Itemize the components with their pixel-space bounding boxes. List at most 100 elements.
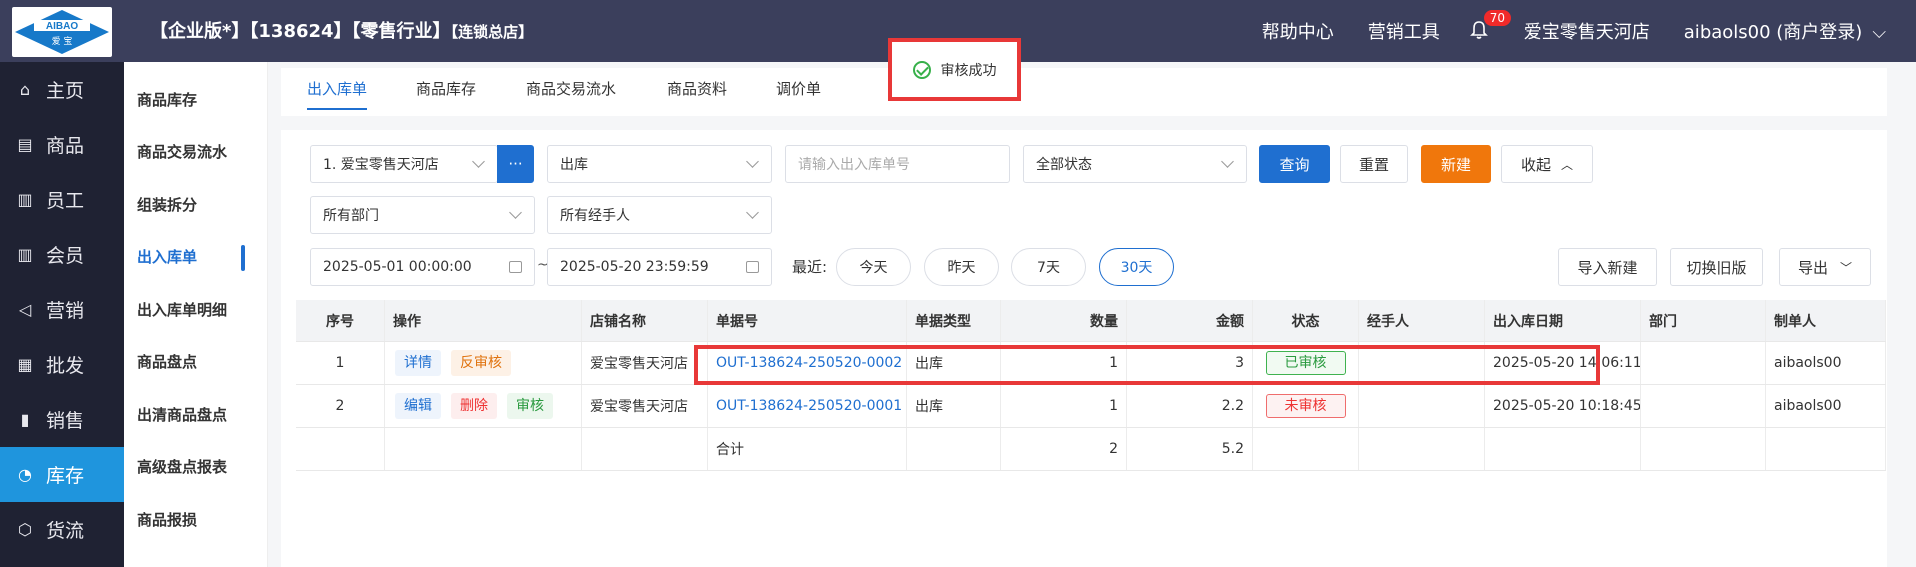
notification-bell[interactable]: 70 [1469, 10, 1512, 42]
recent-30days-button[interactable]: 30天 [1099, 248, 1174, 286]
col-header: 部门 [1641, 300, 1766, 341]
calendar-icon [509, 261, 522, 273]
tab-stock[interactable]: 商品库存 [416, 68, 476, 116]
recent-7days-button[interactable]: 7天 [1011, 248, 1086, 286]
subnav-item-transactions[interactable]: 商品交易流水 [124, 126, 267, 179]
col-header: 单据类型 [907, 300, 1001, 341]
goods-icon: ▤ [17, 135, 33, 154]
col-header: 金额 [1127, 300, 1253, 341]
import-create-button[interactable]: 导入新建 [1558, 248, 1657, 286]
nav-label: 主页 [46, 80, 85, 102]
nav-member[interactable]: ▥ 会员 [0, 227, 124, 282]
reset-button[interactable]: 重置 [1340, 145, 1408, 183]
recent-label: 最近: [792, 258, 828, 276]
check-circle-icon [912, 60, 931, 79]
cell-order-link[interactable]: OUT-138624-250520-0002 [708, 342, 907, 384]
detail-button[interactable]: 详情 [395, 350, 441, 376]
aibao-logo[interactable]: AIBAO 爱 宝 [12, 7, 112, 57]
col-header: 状态 [1253, 300, 1359, 341]
query-button[interactable]: 查询 [1259, 145, 1330, 183]
export-label: 导出 [1797, 258, 1828, 277]
approve-button[interactable]: 审核 [507, 393, 553, 419]
tab-product-info[interactable]: 商品资料 [667, 68, 727, 116]
marketing-tools-link[interactable]: 营销工具 [1368, 18, 1440, 44]
store-more-button[interactable]: ··· [497, 145, 534, 183]
subnav-item-advanced-report[interactable]: 高级盘点报表 [124, 441, 267, 494]
date-end-input[interactable]: 2025-05-20 23:59:59 [547, 248, 772, 286]
user-name: aibaols00 (商户登录) [1683, 22, 1863, 43]
subnav-item-stocktake[interactable]: 商品盘点 [124, 336, 267, 389]
chevron-down-icon [472, 155, 485, 168]
cell-empty [582, 428, 708, 470]
table-header-row: 序号 操作 店铺名称 单据号 单据类型 数量 金额 状态 经手人 出入库日期 部… [296, 300, 1886, 342]
cell-empty [1253, 428, 1359, 470]
switch-old-version-button[interactable]: 切换旧版 [1670, 248, 1763, 286]
store-select-value: 1. 爱宝零售天河店 [323, 157, 439, 173]
nav-staff[interactable]: ▥ 员工 [0, 172, 124, 227]
department-select[interactable]: 所有部门 [310, 196, 535, 234]
create-button[interactable]: 新建 [1421, 145, 1491, 183]
status-badge: 未审核 [1265, 394, 1346, 418]
export-button[interactable]: 导出 ﹀ [1779, 248, 1871, 286]
toast-message: 审核成功 [940, 62, 997, 79]
delete-button[interactable]: 删除 [451, 393, 497, 419]
table-row: 2 编辑 删除 审核 爱宝零售天河店 OUT-138624-250520-000… [296, 385, 1886, 428]
cell-store: 爱宝零售天河店 [582, 342, 708, 384]
tab-transactions[interactable]: 商品交易流水 [526, 68, 616, 116]
staff-icon: ▥ [17, 190, 33, 209]
cell-type: 出库 [907, 385, 1001, 427]
nav-marketing[interactable]: ◁ 营销 [0, 282, 124, 337]
subnav-item-damage-report[interactable]: 商品报损 [124, 493, 267, 546]
unapprove-button[interactable]: 反审核 [451, 350, 511, 376]
direction-value: 出库 [560, 157, 588, 173]
status-select[interactable]: 全部状态 [1023, 145, 1247, 183]
nav-home[interactable]: ⌂ 主页 [0, 62, 124, 117]
subnav-item-assembly[interactable]: 组装拆分 [124, 178, 267, 231]
table-total-row: 合计 2 5.2 [296, 428, 1886, 471]
nav-sales[interactable]: ▮ 销售 [0, 392, 124, 447]
subnav-item-clearance-stocktake[interactable]: 出清商品盘点 [124, 388, 267, 441]
collapse-button[interactable]: 收起 ︿ [1501, 145, 1593, 183]
date-start-value: 2025-05-01 00:00:00 [323, 259, 472, 275]
tab-price-adjust[interactable]: 调价单 [776, 68, 821, 116]
logo-text-top: AIBAO [46, 21, 78, 32]
col-header: 出入库日期 [1485, 300, 1641, 341]
collapse-label: 收起 [1520, 155, 1551, 174]
date-start-input[interactable]: 2025-05-01 00:00:00 [310, 248, 535, 286]
cell-qty: 1 [1001, 342, 1127, 384]
table-row: 1 详情 反审核 爱宝零售天河店 OUT-138624-250520-0002 … [296, 342, 1886, 385]
store-select[interactable]: 1. 爱宝零售天河店 [310, 145, 498, 183]
cell-index: 2 [296, 385, 385, 427]
chevron-down-icon [746, 206, 759, 219]
recent-yesterday-button[interactable]: 昨天 [924, 248, 999, 286]
nav-label: 会员 [46, 245, 85, 267]
chevron-down-icon: ﹀ [1840, 260, 1853, 275]
handler-select[interactable]: 所有经手人 [547, 196, 772, 234]
help-center-link[interactable]: 帮助中心 [1262, 18, 1334, 44]
subnav-item-inout-orders[interactable]: 出入库单 [124, 231, 267, 284]
handler-value: 所有经手人 [560, 208, 630, 224]
nav-wholesale[interactable]: ▦ 批发 [0, 337, 124, 392]
cell-empty [296, 428, 385, 470]
subnav-item-stock[interactable]: 商品库存 [124, 73, 267, 126]
col-header: 序号 [296, 300, 385, 341]
order-number-input[interactable]: 请输入出入库单号 [785, 145, 1010, 183]
edit-button[interactable]: 编辑 [395, 393, 441, 419]
user-menu[interactable]: aibaols00 (商户登录) ⌵ [1684, 18, 1886, 44]
cell-order-link[interactable]: OUT-138624-250520-0001 [708, 385, 907, 427]
col-header: 数量 [1001, 300, 1127, 341]
nav-label: 员工 [46, 190, 85, 212]
nav-label: 批发 [46, 355, 85, 377]
subnav-item-inout-details[interactable]: 出入库单明细 [124, 283, 267, 336]
direction-select[interactable]: 出库 [547, 145, 772, 183]
nav-label: 销售 [46, 410, 85, 432]
calendar-icon [746, 261, 759, 273]
tab-inout-orders[interactable]: 出入库单 [307, 68, 368, 116]
nav-inventory[interactable]: ◔ 库存 [0, 447, 124, 502]
current-store[interactable]: 爱宝零售天河店 [1524, 18, 1650, 44]
nav-logistics[interactable]: ⬡ 货流 [0, 502, 124, 557]
nav-label: 商品 [46, 135, 85, 157]
nav-goods[interactable]: ▤ 商品 [0, 117, 124, 172]
top-right-menu: 帮助中心 营销工具 70 爱宝零售天河店 aibaols00 (商户登录) ⌵ [1228, 0, 1886, 62]
recent-today-button[interactable]: 今天 [836, 248, 911, 286]
